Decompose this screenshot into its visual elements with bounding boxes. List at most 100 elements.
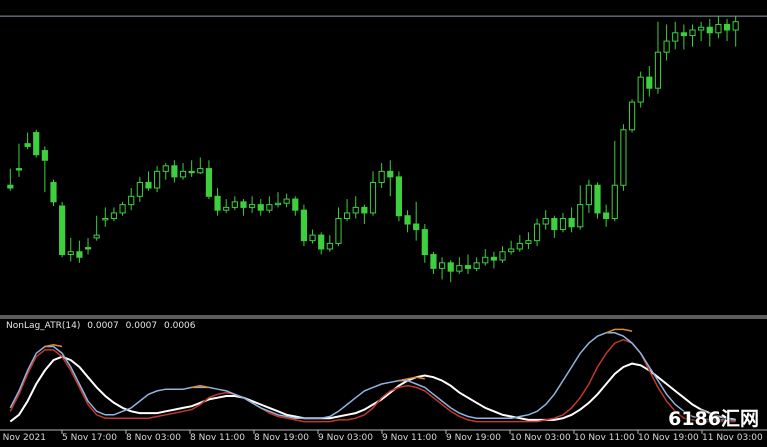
candle-body	[620, 129, 627, 186]
candle-body	[542, 217, 549, 225]
candle-body	[154, 170, 161, 189]
indicator-line-red	[9, 338, 736, 423]
indicator-line-white	[9, 355, 736, 423]
indicator-name: NonLag_ATR(14)	[6, 321, 81, 331]
candle-body	[33, 132, 40, 156]
candle-body	[240, 201, 247, 208]
candle-body	[585, 184, 592, 206]
candle-body	[41, 150, 48, 161]
candle-body	[257, 204, 264, 211]
candle-body	[663, 40, 670, 53]
candle-body	[344, 212, 351, 219]
candle-body	[430, 254, 437, 269]
candle-body	[732, 21, 739, 31]
time-tick-label: 10 Nov 03:00	[510, 433, 571, 443]
candle-body	[594, 184, 601, 214]
candle-body	[171, 165, 178, 178]
candle-body	[197, 168, 204, 174]
time-tick-label: 5 Nov 2021	[0, 433, 46, 443]
candle-body	[128, 195, 135, 206]
candle-body	[283, 198, 290, 204]
candle-body	[50, 181, 57, 203]
indicator-value-1: 0.0007	[87, 321, 119, 331]
candle-body	[309, 234, 316, 242]
indicator-value-3: 0.0006	[164, 321, 196, 331]
candle-body	[698, 26, 705, 31]
time-tick-label: 10 Nov 19:00	[638, 433, 699, 443]
candle-body	[464, 265, 472, 269]
candle-body	[568, 217, 575, 228]
candle-body	[188, 170, 195, 174]
candle-body	[352, 206, 359, 214]
time-tick-label: 10 Nov 11:00	[574, 433, 635, 443]
candle-body	[76, 251, 83, 258]
candle-body	[490, 256, 497, 261]
candle-body	[551, 217, 558, 231]
candle-body	[559, 217, 567, 231]
candle-body	[499, 251, 506, 261]
time-tick-label: 8 Nov 19:00	[254, 433, 309, 443]
candle-body	[611, 184, 618, 219]
time-tick-label: 9 Nov 03:00	[318, 433, 373, 443]
time-tick-label: 9 Nov 19:00	[446, 433, 501, 443]
candle-body	[145, 181, 152, 189]
candle-body	[508, 248, 515, 253]
candle-body	[59, 205, 66, 256]
time-tick-label: 8 Nov 11:00	[190, 433, 245, 443]
candle-body	[395, 176, 402, 217]
candle-body	[223, 206, 230, 211]
candle-body	[715, 23, 722, 34]
candle-body	[300, 209, 308, 242]
candle-body	[369, 181, 377, 214]
candle-body	[387, 170, 394, 178]
candle-body	[637, 76, 644, 103]
candle-body	[378, 170, 385, 183]
candle-body	[326, 242, 333, 250]
candle-body	[413, 223, 420, 231]
candle-body	[646, 76, 653, 89]
time-tick-label: 8 Nov 03:00	[126, 433, 181, 443]
candle-body	[110, 212, 118, 219]
candle-body	[249, 204, 256, 208]
time-tick-label: 5 Nov 17:00	[62, 433, 117, 443]
candle-body	[318, 234, 325, 250]
candle-body	[136, 181, 143, 197]
time-axis: 5 Nov 2021 5 Nov 17:00 8 Nov 03:00 8 Nov 11…	[0, 431, 767, 447]
candle-body	[231, 201, 238, 208]
candle-body	[473, 262, 480, 269]
candle-body	[421, 229, 428, 256]
time-tick-label: 11 Nov 03:00	[702, 433, 763, 443]
candle-body	[7, 184, 14, 189]
candle-body	[404, 215, 411, 225]
candle-body	[525, 240, 532, 244]
watermark-logo: 6186汇网	[668, 408, 759, 430]
candle-body	[335, 217, 342, 244]
candle-body	[15, 168, 23, 171]
candle-body	[214, 195, 221, 211]
indicator-label: NonLag_ATR(14) 0.0007 0.0007 0.0006	[6, 321, 200, 331]
candle-body	[162, 165, 169, 172]
trading-chart-window: NonLag_ATR(14) 0.0007 0.0007 0.0006 5 No…	[0, 0, 767, 447]
candle-body	[533, 223, 541, 242]
candle-body	[654, 51, 662, 89]
candle-body	[84, 247, 92, 250]
candle-body	[119, 204, 126, 214]
candle-body	[723, 23, 731, 31]
candle-body	[438, 262, 446, 269]
candle-body	[179, 170, 187, 178]
candle-body	[577, 204, 584, 228]
candle-body	[67, 251, 74, 256]
candle-body	[102, 217, 109, 221]
candle-body	[672, 32, 679, 42]
candle-body	[689, 29, 696, 37]
candle-body	[456, 265, 463, 272]
candle-body	[603, 212, 610, 219]
candle-body	[274, 202, 282, 206]
candle-body	[361, 206, 368, 214]
price-chart[interactable]	[0, 0, 767, 447]
candle-body	[292, 198, 299, 211]
candle-body	[205, 168, 213, 197]
candle-body	[447, 262, 454, 272]
candle-body	[24, 143, 31, 147]
candle-body	[516, 242, 523, 250]
